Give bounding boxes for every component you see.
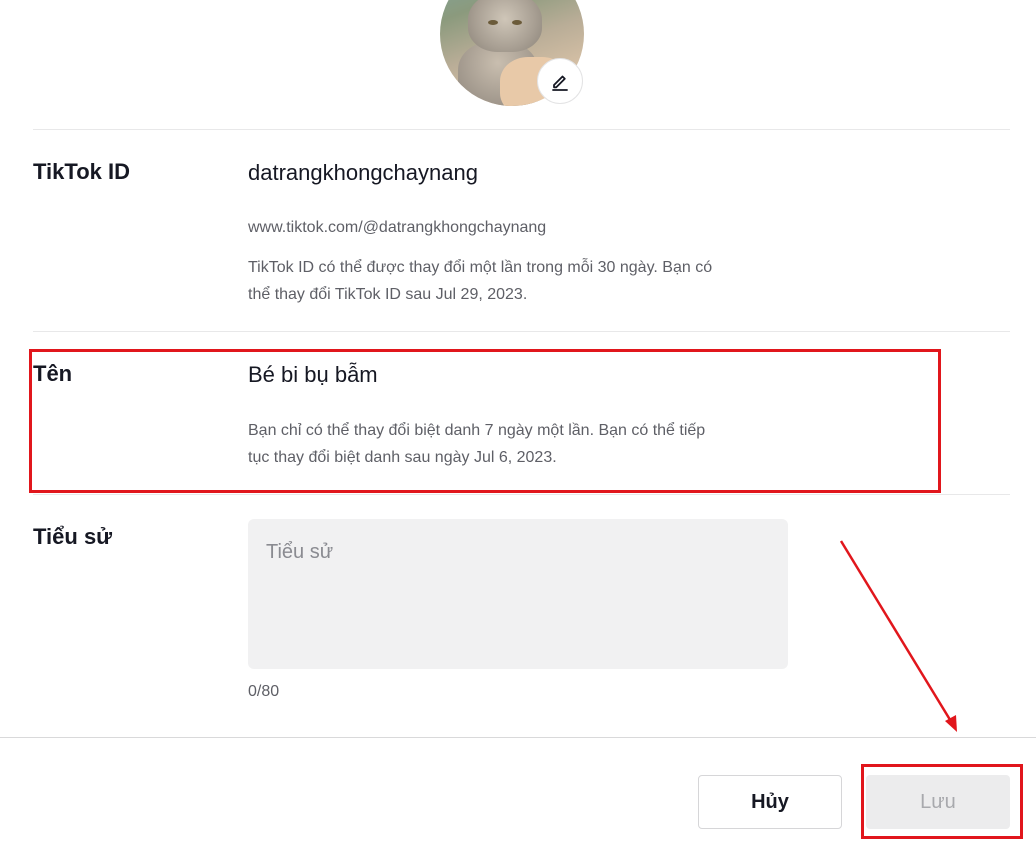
bio-placeholder: Tiểu sử [266,541,334,563]
section-divider [33,129,1010,130]
pencil-icon [552,75,568,91]
section-divider [33,494,1010,495]
footer-divider [0,737,1036,738]
avatar-cat-head [468,0,542,52]
cancel-button[interactable]: Hủy [698,775,842,829]
cancel-button-label: Hủy [751,790,789,813]
name-value[interactable]: Bé bi bụ bẫm [248,362,378,388]
name-note-line1: Bạn chỉ có thể thay đổi biệt danh 7 ngày… [248,422,706,439]
tiktok-id-label: TikTok ID [33,159,130,184]
edit-profile-page: TikTok ID datrangkhongchaynang www.tikto… [0,0,1036,851]
save-button-label: Lưu [920,790,956,813]
section-divider [33,331,1010,332]
avatar-cat-eye [488,20,498,25]
tiktok-id-value[interactable]: datrangkhongchaynang [248,160,478,186]
tiktok-id-note-line2: thể thay đổi TikTok ID sau Jul 29, 2023. [248,286,528,303]
tiktok-id-url: www.tiktok.com/@datrangkhongchaynang [248,219,547,236]
edit-avatar-button[interactable] [537,58,583,104]
avatar-cat-eye [512,20,522,25]
name-label: Tên [33,361,73,386]
bio-label: Tiểu sử [33,524,113,549]
bio-char-counter: 0/80 [248,683,280,700]
save-button[interactable]: Lưu [866,775,1010,829]
name-note-line2: tục thay đổi biệt danh sau ngày Jul 6, 2… [248,449,557,466]
bio-textarea[interactable]: Tiểu sử [248,519,788,669]
tiktok-id-note-line1: TikTok ID có thể được thay đổi một lần t… [248,259,713,276]
